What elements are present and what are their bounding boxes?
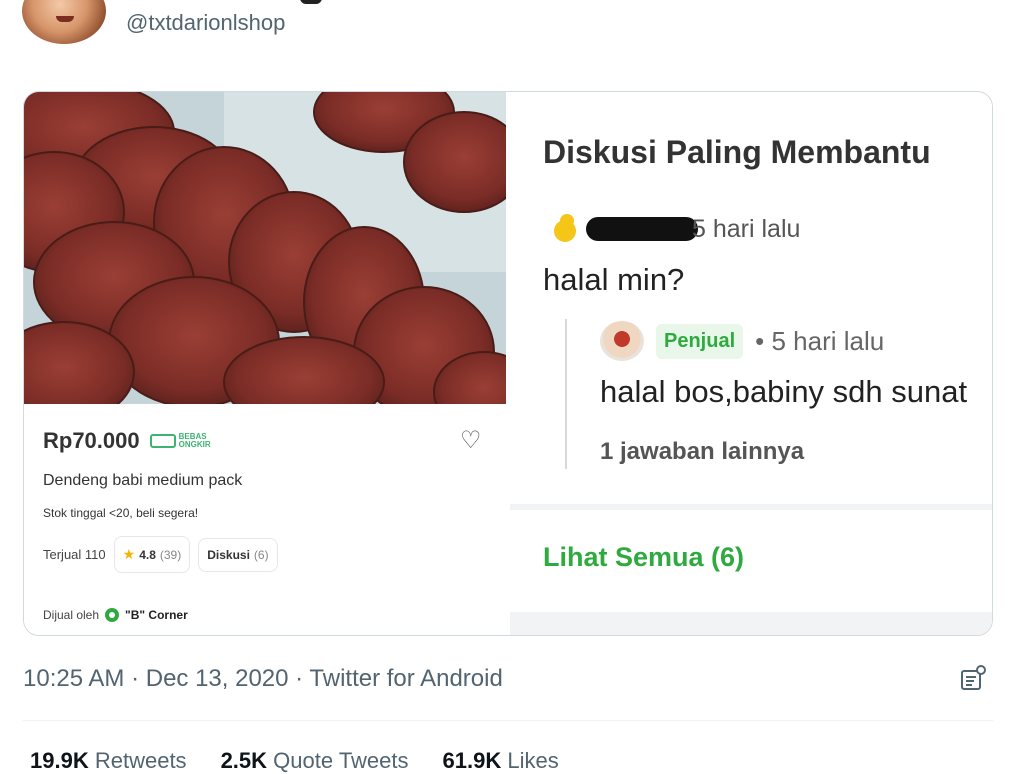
tweet-timestamp[interactable]: 10:25 AM · Dec 13, 2020 · Twitter for An… <box>23 665 503 693</box>
panel-footer-strip <box>510 612 992 635</box>
reply-meta: Penjual • 5 hari lalu <box>600 321 884 361</box>
question-text: halal min? <box>543 262 685 297</box>
discussion-label: Diskusi <box>207 547 250 562</box>
avatar-mouth <box>56 16 74 22</box>
heart-icon[interactable]: ♡ <box>460 426 482 455</box>
duck-avatar-icon <box>550 214 580 244</box>
question-meta: 5 hari lalu <box>550 214 800 244</box>
likes-label: Likes <box>507 748 559 773</box>
user-avatar[interactable] <box>22 0 106 44</box>
discussion-chip[interactable]: Diskusi (6) <box>198 537 278 572</box>
quotes-label: Quote Tweets <box>273 748 409 773</box>
quotes-count: 2.5K <box>220 748 268 773</box>
seller-row[interactable]: Dijual oleh "B" Corner <box>43 608 188 622</box>
likes-stat[interactable]: 61.9K Likes <box>443 748 559 774</box>
rating-chip[interactable]: ★ 4.8 (39) <box>113 536 191 573</box>
reply-text: halal bos,babiny sdh sunat <box>600 374 968 409</box>
discussion-count: (6) <box>253 547 269 562</box>
truck-icon <box>149 434 176 448</box>
reply-thread-line <box>565 319 567 469</box>
see-all-link[interactable]: Lihat Semua (6) <box>543 542 744 573</box>
seller-prefix: Dijual oleh <box>43 608 100 622</box>
rating-value: 4.8 <box>139 547 156 562</box>
display-name-fragment <box>300 0 322 4</box>
product-name[interactable]: Dendeng babi medium pack <box>43 472 242 490</box>
engagement-stats: 19.9K Retweets 2.5K Quote Tweets 61.9K L… <box>30 748 559 774</box>
price-row: Rp70.000 BEBAS ONGKIR <box>43 428 211 454</box>
reply-time: • 5 hari lalu <box>755 325 885 356</box>
quotes-stat[interactable]: 2.5K Quote Tweets <box>221 748 409 774</box>
redacted-username <box>586 217 698 241</box>
more-answers-link[interactable]: 1 jawaban lainnya <box>600 438 804 466</box>
product-image <box>24 92 506 404</box>
user-handle[interactable]: @txtdarionlshop <box>126 10 285 36</box>
seller-badge-icon <box>105 608 120 622</box>
product-price: Rp70.000 <box>43 428 140 453</box>
media-card[interactable]: Rp70.000 BEBAS ONGKIR ♡ Dendeng babi med… <box>23 91 993 636</box>
retweets-label: Retweets <box>94 748 187 773</box>
free-shipping-badge: BEBAS ONGKIR <box>149 433 211 449</box>
seller-tag: Penjual <box>656 323 744 359</box>
section-divider <box>510 504 992 510</box>
discussion-panel[interactable]: Diskusi Paling Membantu 5 hari lalu hala… <box>510 92 992 635</box>
seller-name[interactable]: "B" Corner <box>125 608 188 622</box>
product-stats: Terjual 110 ★ 4.8 (39) Diskusi (6) <box>43 536 278 573</box>
sold-count: Terjual 110 <box>43 547 106 562</box>
analytics-icon[interactable] <box>960 665 986 693</box>
divider <box>23 720 993 721</box>
product-card[interactable]: Rp70.000 BEBAS ONGKIR ♡ Dendeng babi med… <box>24 92 506 635</box>
discussion-title: Diskusi Paling Membantu <box>543 134 931 170</box>
rating-count: (39) <box>159 547 182 562</box>
product-photo[interactable] <box>24 92 506 404</box>
star-icon: ★ <box>122 546 136 562</box>
likes-count: 61.9K <box>442 748 502 773</box>
stock-notice: Stok tinggal <20, beli segera! <box>43 506 199 520</box>
badge-line2: ONGKIR <box>178 440 211 449</box>
seller-avatar <box>600 321 644 361</box>
retweets-stat[interactable]: 19.9K Retweets <box>30 748 187 774</box>
question-time: 5 hari lalu <box>692 214 801 243</box>
retweets-count: 19.9K <box>30 748 89 773</box>
